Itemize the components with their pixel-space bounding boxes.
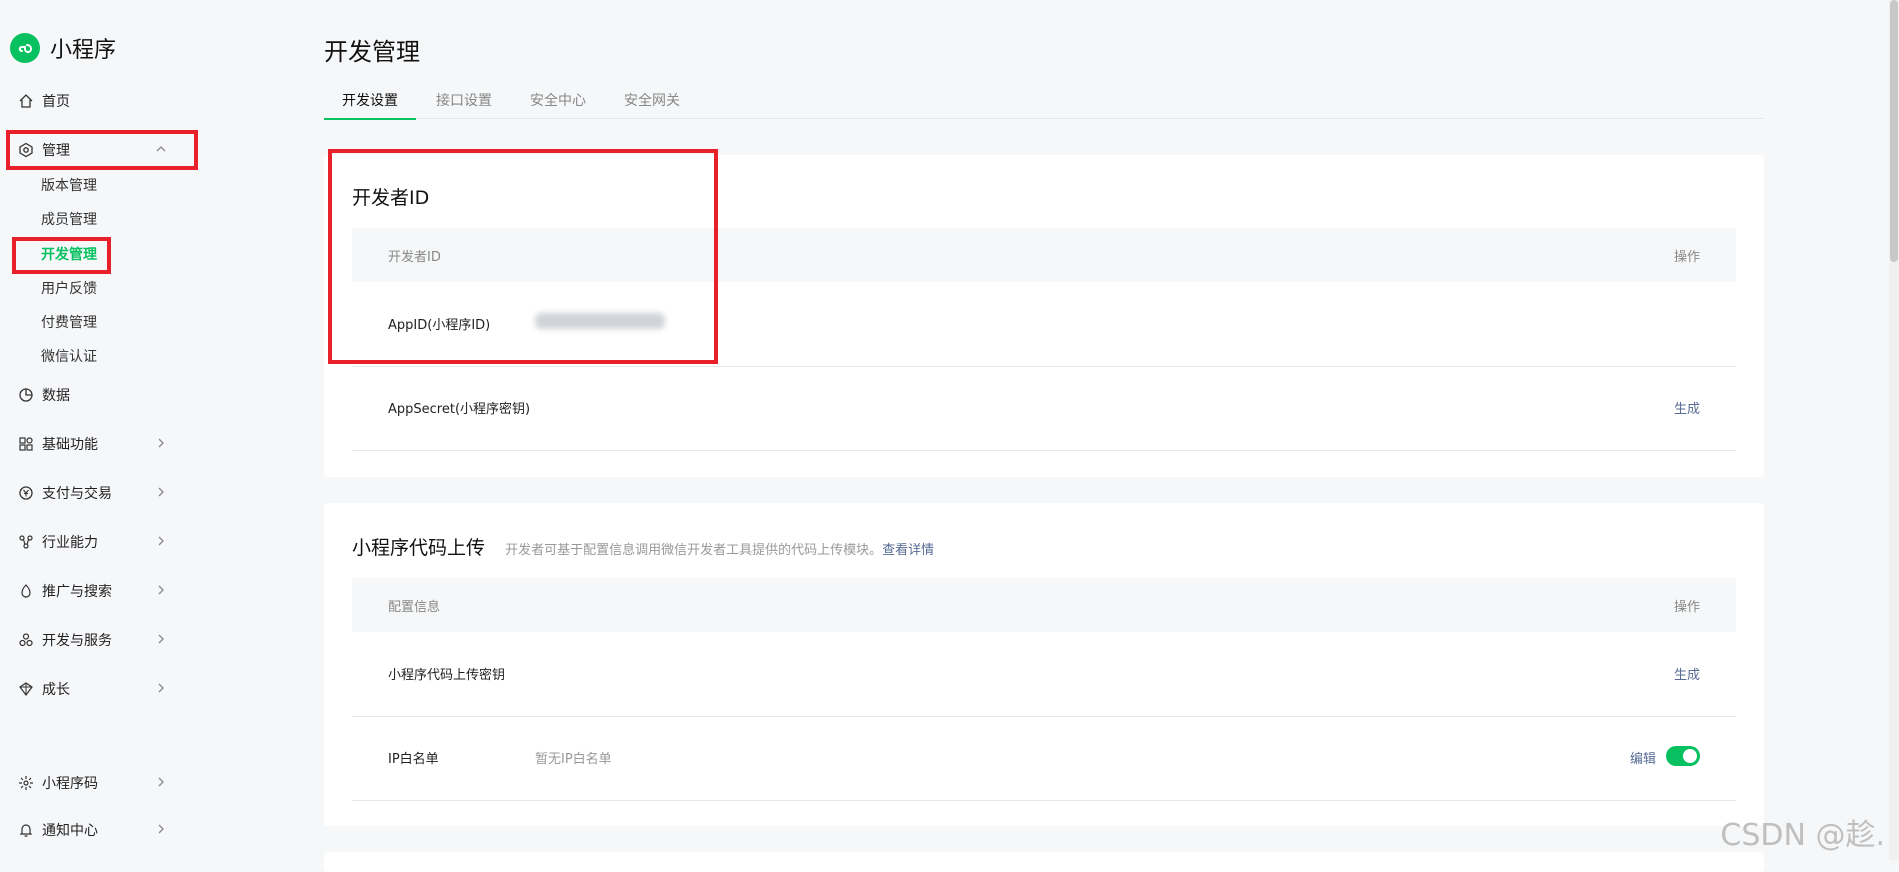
ip-whitelist-value: 暂无IP白名单 bbox=[535, 752, 612, 767]
table-header: 配置信息 操作 bbox=[352, 578, 1736, 632]
chevron-right-icon bbox=[154, 583, 168, 597]
column-header: 操作 bbox=[1673, 250, 1700, 265]
table-row: 小程序代码上传密钥 生成 bbox=[352, 632, 1736, 717]
chevron-right-icon bbox=[154, 436, 168, 450]
sidebar-item-notify[interactable]: 通知中心 bbox=[18, 818, 164, 842]
chevron-right-icon bbox=[154, 775, 168, 789]
sidebar-item-label: 数据 bbox=[42, 388, 70, 404]
sidebar-subitem-billing[interactable]: 付费管理 bbox=[41, 312, 97, 334]
scrollbar-thumb[interactable] bbox=[1890, 0, 1898, 262]
sidebar-subitem-members[interactable]: 成员管理 bbox=[41, 209, 97, 231]
highlight-box-developer-id bbox=[328, 149, 718, 364]
sidebar-item-industry[interactable]: 行业能力 bbox=[18, 530, 164, 554]
tab-security-center[interactable]: 安全中心 bbox=[512, 90, 604, 118]
card-title: 小程序代码上传 开发者可基于配置信息调用微信开发者工具提供的代码上传模块。查看详… bbox=[352, 533, 934, 560]
tab-security-gateway[interactable]: 安全网关 bbox=[606, 90, 698, 118]
industry-icon bbox=[18, 534, 34, 550]
tab-api-settings[interactable]: 接口设置 bbox=[418, 90, 510, 118]
growth-icon bbox=[18, 681, 34, 697]
sidebar-item-basic[interactable]: 基础功能 bbox=[18, 432, 164, 456]
brand[interactable]: 小程序 bbox=[10, 32, 116, 64]
sidebar-item-growth[interactable]: 成长 bbox=[18, 677, 164, 701]
sidebar-item-dev-service[interactable]: 开发与服务 bbox=[18, 628, 164, 652]
table-row: IP白名单 暂无IP白名单 编辑 bbox=[352, 716, 1736, 801]
sidebar-item-label: 行业能力 bbox=[42, 535, 98, 551]
card-subtitle: 开发者可基于配置信息调用微信开发者工具提供的代码上传模块。查看详情 bbox=[505, 543, 934, 558]
next-card bbox=[324, 852, 1764, 872]
sidebar-item-promo[interactable]: 推广与搜索 bbox=[18, 579, 164, 603]
watermark: CSDN @趁. bbox=[1720, 818, 1885, 853]
chevron-right-icon bbox=[154, 681, 168, 695]
page-title: 开发管理 bbox=[324, 38, 420, 66]
chevron-right-icon bbox=[154, 632, 168, 646]
ip-whitelist-toggle[interactable] bbox=[1666, 746, 1700, 766]
table-row: AppSecret(小程序密钥) 生成 bbox=[352, 366, 1736, 451]
sidebar-item-label: 推广与搜索 bbox=[42, 584, 112, 600]
card-subtitle-text: 开发者可基于配置信息调用微信开发者工具提供的代码上传模块。 bbox=[505, 543, 883, 558]
sidebar: 小程序 首页 管理 版本管理 成员管理 开发管理 用户反馈 付费管理 微信认证 … bbox=[0, 0, 210, 860]
column-header: 操作 bbox=[1673, 600, 1700, 615]
edit-whitelist-link[interactable]: 编辑 bbox=[1630, 748, 1656, 767]
sidebar-item-home[interactable]: 首页 bbox=[18, 89, 70, 113]
view-details-link[interactable]: 查看详情 bbox=[882, 543, 934, 558]
scrollbar[interactable] bbox=[1889, 0, 1899, 860]
sidebar-item-qrcode[interactable]: 小程序码 bbox=[18, 771, 164, 795]
grid-icon bbox=[18, 436, 34, 452]
card-title-text: 小程序代码上传 bbox=[352, 537, 486, 559]
row-label: IP白名单 bbox=[388, 752, 439, 767]
sidebar-item-data[interactable]: 数据 bbox=[18, 383, 70, 407]
highlight-box-manage bbox=[6, 130, 198, 170]
column-header: 配置信息 bbox=[388, 600, 441, 615]
chevron-right-icon bbox=[154, 534, 168, 548]
sidebar-item-label: 成长 bbox=[42, 682, 70, 698]
sidebar-item-label: 首页 bbox=[42, 94, 70, 110]
row-label: 小程序代码上传密钥 bbox=[388, 668, 506, 683]
dev-service-icon bbox=[18, 632, 34, 648]
sidebar-item-label: 小程序码 bbox=[42, 776, 98, 792]
sidebar-subitem-version[interactable]: 版本管理 bbox=[41, 175, 97, 197]
code-upload-card: 小程序代码上传 开发者可基于配置信息调用微信开发者工具提供的代码上传模块。查看详… bbox=[324, 503, 1764, 826]
tab-bar: 开发设置 接口设置 安全中心 安全网关 bbox=[324, 86, 1764, 120]
sidebar-subitem-feedback[interactable]: 用户反馈 bbox=[41, 278, 97, 300]
promo-icon bbox=[18, 583, 34, 599]
row-label: AppSecret(小程序密钥) bbox=[388, 402, 531, 417]
sidebar-item-label: 通知中心 bbox=[42, 823, 98, 839]
sidebar-subitem-wechat-verify[interactable]: 微信认证 bbox=[41, 346, 97, 368]
sidebar-item-label: 支付与交易 bbox=[42, 486, 112, 502]
sidebar-item-label: 开发与服务 bbox=[42, 633, 112, 649]
qrcode-icon bbox=[18, 775, 34, 791]
highlight-box-dev-manage bbox=[12, 237, 111, 274]
sidebar-item-label: 基础功能 bbox=[42, 437, 98, 453]
home-icon bbox=[18, 93, 34, 109]
bell-icon bbox=[18, 822, 34, 838]
tab-dev-settings[interactable]: 开发设置 bbox=[324, 90, 416, 120]
data-icon bbox=[18, 387, 34, 403]
yuan-icon bbox=[18, 485, 34, 501]
brand-name: 小程序 bbox=[50, 38, 117, 63]
mini-program-logo-icon bbox=[10, 33, 40, 63]
generate-secret-link[interactable]: 生成 bbox=[1674, 398, 1700, 417]
sidebar-item-pay[interactable]: 支付与交易 bbox=[18, 481, 164, 505]
chevron-right-icon bbox=[154, 485, 168, 499]
generate-upload-key-link[interactable]: 生成 bbox=[1674, 664, 1700, 683]
chevron-right-icon bbox=[154, 822, 168, 836]
